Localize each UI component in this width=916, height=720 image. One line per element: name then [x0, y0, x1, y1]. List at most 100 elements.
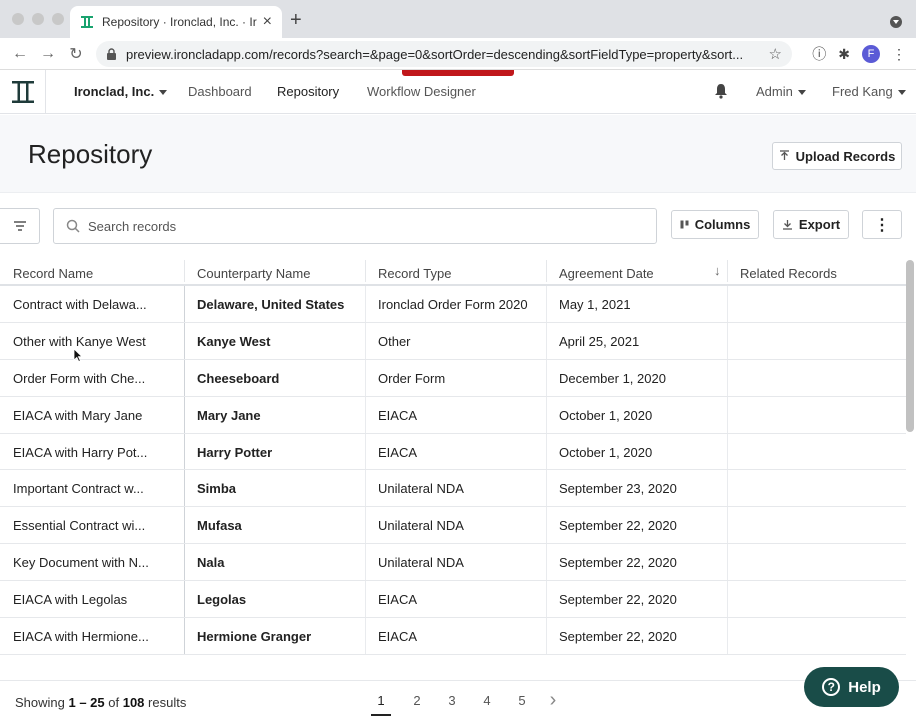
column-divider: [546, 618, 547, 654]
cell-record-type: EIACA: [378, 444, 418, 460]
chevron-down-icon: [797, 90, 806, 96]
reload-icon[interactable]: ↻: [62, 44, 90, 64]
column-divider: [184, 359, 185, 396]
back-arrow-icon[interactable]: ←: [6, 45, 34, 63]
column-divider: [546, 581, 547, 618]
cell-record-name[interactable]: Important Contract w...: [13, 481, 144, 496]
browser-tab[interactable]: Repository · Ironclad, Inc. · Iro ×: [70, 6, 282, 38]
column-divider: [365, 286, 366, 322]
download-icon: [782, 220, 792, 230]
cell-record-name[interactable]: EIACA with Hermione...: [13, 629, 149, 644]
column-divider[interactable]: [727, 260, 728, 282]
column-divider: [365, 618, 366, 654]
help-button[interactable]: ? Help: [804, 667, 899, 707]
sort-descending-icon[interactable]: ↓: [714, 263, 721, 278]
browser-tab-bar: Repository · Ironclad, Inc. · Iro × +: [0, 0, 916, 38]
next-page-chevron-icon[interactable]: ›: [543, 689, 563, 712]
cell-agreement-date: September 22, 2020: [559, 555, 677, 571]
page-5[interactable]: 5: [512, 693, 532, 708]
search-input[interactable]: [88, 218, 588, 234]
cell-counterparty-name: Harry Potter: [197, 444, 273, 460]
table-row[interactable]: Essential Contract wi... Mufasa Unilateral…: [0, 507, 906, 545]
cell-agreement-date: September 22, 2020: [559, 518, 677, 534]
table-row[interactable]: Important Contract w... Simba Unilateral N…: [0, 470, 906, 508]
table-row[interactable]: Contract with Delawa... Delaware, United …: [0, 286, 906, 323]
page-4[interactable]: 4: [477, 693, 497, 708]
filter-button[interactable]: [0, 208, 40, 244]
bell-icon[interactable]: [714, 83, 728, 99]
cell-record-name[interactable]: EIACA with Mary Jane: [13, 408, 142, 423]
filter-lines-icon: [13, 221, 26, 231]
column-divider[interactable]: [365, 260, 366, 282]
vertical-ellipsis-icon: ⋮: [874, 216, 890, 234]
table-row[interactable]: Order Form with Che... Cheeseboard Order F…: [0, 359, 906, 397]
column-header-counterparty-name[interactable]: Counterparty Name: [197, 266, 310, 281]
columns-button[interactable]: Columns: [671, 210, 759, 239]
browser-tab-title: Repository · Ironclad, Inc. · Iro: [102, 15, 257, 29]
url-text: preview.ironcladapp.com/records?search=&…: [126, 46, 744, 62]
table-scrollbar[interactable]: [906, 260, 914, 432]
zoom-window-icon[interactable]: [52, 13, 64, 25]
column-divider: [365, 507, 366, 544]
nav-workflow-designer[interactable]: Workflow Designer: [367, 84, 476, 99]
page-title: Repository: [28, 139, 153, 169]
tab-close-icon[interactable]: ×: [263, 13, 272, 31]
table-row[interactable]: EIACA with Hermione... Hermione Granger EI…: [0, 618, 906, 655]
column-header-record-type[interactable]: Record Type: [378, 266, 451, 281]
browser-toolbar: ← → ↻ preview.ironcladapp.com/records?se…: [0, 38, 916, 70]
upload-records-button[interactable]: Upload Records: [772, 142, 902, 170]
page-3[interactable]: 3: [442, 693, 462, 708]
close-window-icon[interactable]: [12, 13, 24, 25]
column-divider: [184, 396, 185, 433]
cell-record-name[interactable]: Other with Kanye West: [13, 334, 146, 349]
page-2[interactable]: 2: [407, 693, 427, 708]
new-tab-button[interactable]: +: [290, 9, 302, 32]
forward-arrow-icon[interactable]: →: [34, 45, 62, 63]
page-1[interactable]: 1: [371, 693, 391, 716]
nav-repository[interactable]: Repository: [277, 84, 339, 99]
question-circle-icon: ?: [822, 678, 841, 696]
mouse-cursor-icon: [73, 348, 83, 362]
profile-avatar[interactable]: F: [862, 45, 880, 63]
user-name: Fred Kang: [832, 84, 893, 99]
column-divider: [727, 322, 728, 359]
user-menu[interactable]: Fred Kang: [832, 84, 906, 99]
tab-search-icon[interactable]: [890, 16, 902, 28]
column-header-related-records[interactable]: Related Records: [740, 266, 837, 281]
export-button[interactable]: Export: [773, 210, 849, 239]
table-row[interactable]: EIACA with Harry Pot... Harry Potter EIACA…: [0, 433, 906, 471]
cell-counterparty-name: Delaware, United States: [197, 297, 345, 312]
environment-banner: [402, 70, 514, 76]
ironclad-logo-icon[interactable]: [0, 70, 46, 114]
table-row[interactable]: EIACA with Mary Jane Mary Jane EIACA Octobe…: [0, 396, 906, 434]
search-box[interactable]: [53, 208, 657, 244]
column-divider[interactable]: [546, 260, 547, 282]
table-row[interactable]: Other with Kanye West Kanye West Other Apri…: [0, 322, 906, 360]
puzzle-extensions-icon[interactable]: ✱: [838, 46, 850, 63]
cell-record-name[interactable]: EIACA with Harry Pot...: [13, 445, 147, 460]
browser-menu-icon[interactable]: ⋮: [892, 46, 906, 63]
cell-record-name[interactable]: Order Form with Che...: [13, 371, 145, 386]
column-header-agreement-date[interactable]: Agreement Date: [559, 266, 654, 281]
column-divider: [546, 322, 547, 359]
more-options-button[interactable]: ⋮: [862, 210, 902, 239]
minimize-window-icon[interactable]: [32, 13, 44, 25]
cell-record-name[interactable]: EIACA with Legolas: [13, 592, 127, 607]
company-switcher[interactable]: Ironclad, Inc.: [74, 84, 168, 99]
address-bar[interactable]: preview.ironcladapp.com/records?search=&…: [96, 41, 792, 67]
column-divider[interactable]: [184, 260, 185, 282]
cell-record-type: EIACA: [378, 407, 418, 423]
cell-record-name[interactable]: Key Document with N...: [13, 555, 149, 570]
column-header-record-name[interactable]: Record Name: [13, 266, 93, 281]
info-circle-icon[interactable]: ⓘ: [812, 44, 826, 64]
table-row[interactable]: EIACA with Legolas Legolas EIACA September …: [0, 581, 906, 619]
admin-menu[interactable]: Admin: [756, 84, 806, 99]
cell-record-name[interactable]: Essential Contract wi...: [13, 518, 145, 533]
nav-dashboard[interactable]: Dashboard: [188, 84, 252, 99]
cell-record-name[interactable]: Contract with Delawa...: [13, 297, 147, 312]
results-suffix: results: [144, 695, 187, 710]
bookmark-star-icon[interactable]: ☆: [769, 45, 782, 63]
column-divider: [727, 618, 728, 654]
table-row[interactable]: Key Document with N... Nala Unilateral NDA…: [0, 544, 906, 582]
column-divider: [365, 359, 366, 396]
